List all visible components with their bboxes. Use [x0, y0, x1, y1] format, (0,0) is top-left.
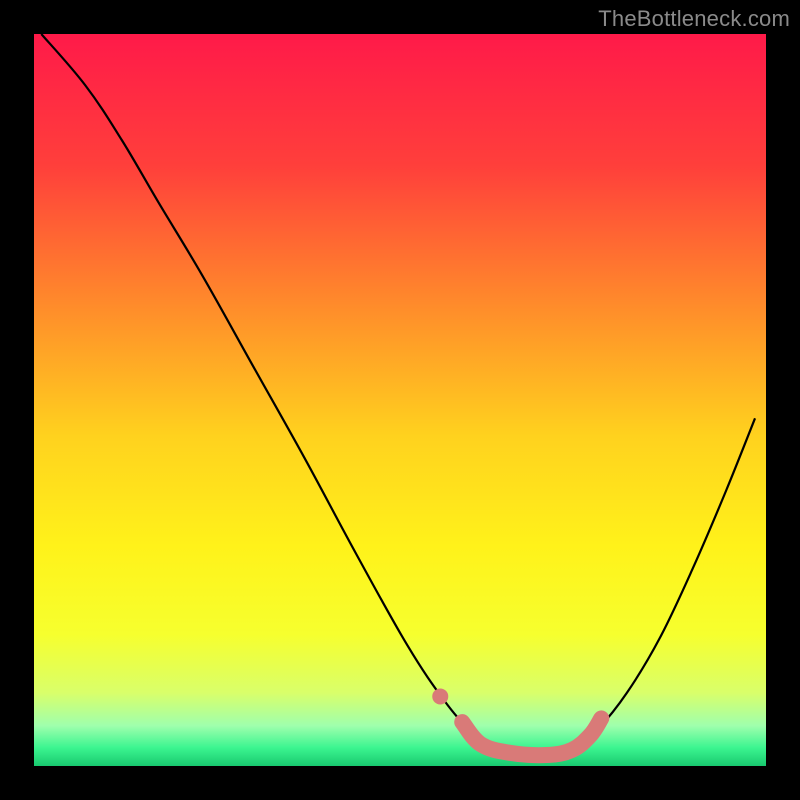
plot-area — [34, 34, 766, 766]
highlight-dot — [432, 688, 448, 704]
chart-frame: TheBottleneck.com — [0, 0, 800, 800]
highlight-band — [462, 718, 601, 755]
bottleneck-curve — [41, 34, 755, 758]
curves-layer — [34, 34, 766, 766]
watermark-text: TheBottleneck.com — [598, 6, 790, 32]
